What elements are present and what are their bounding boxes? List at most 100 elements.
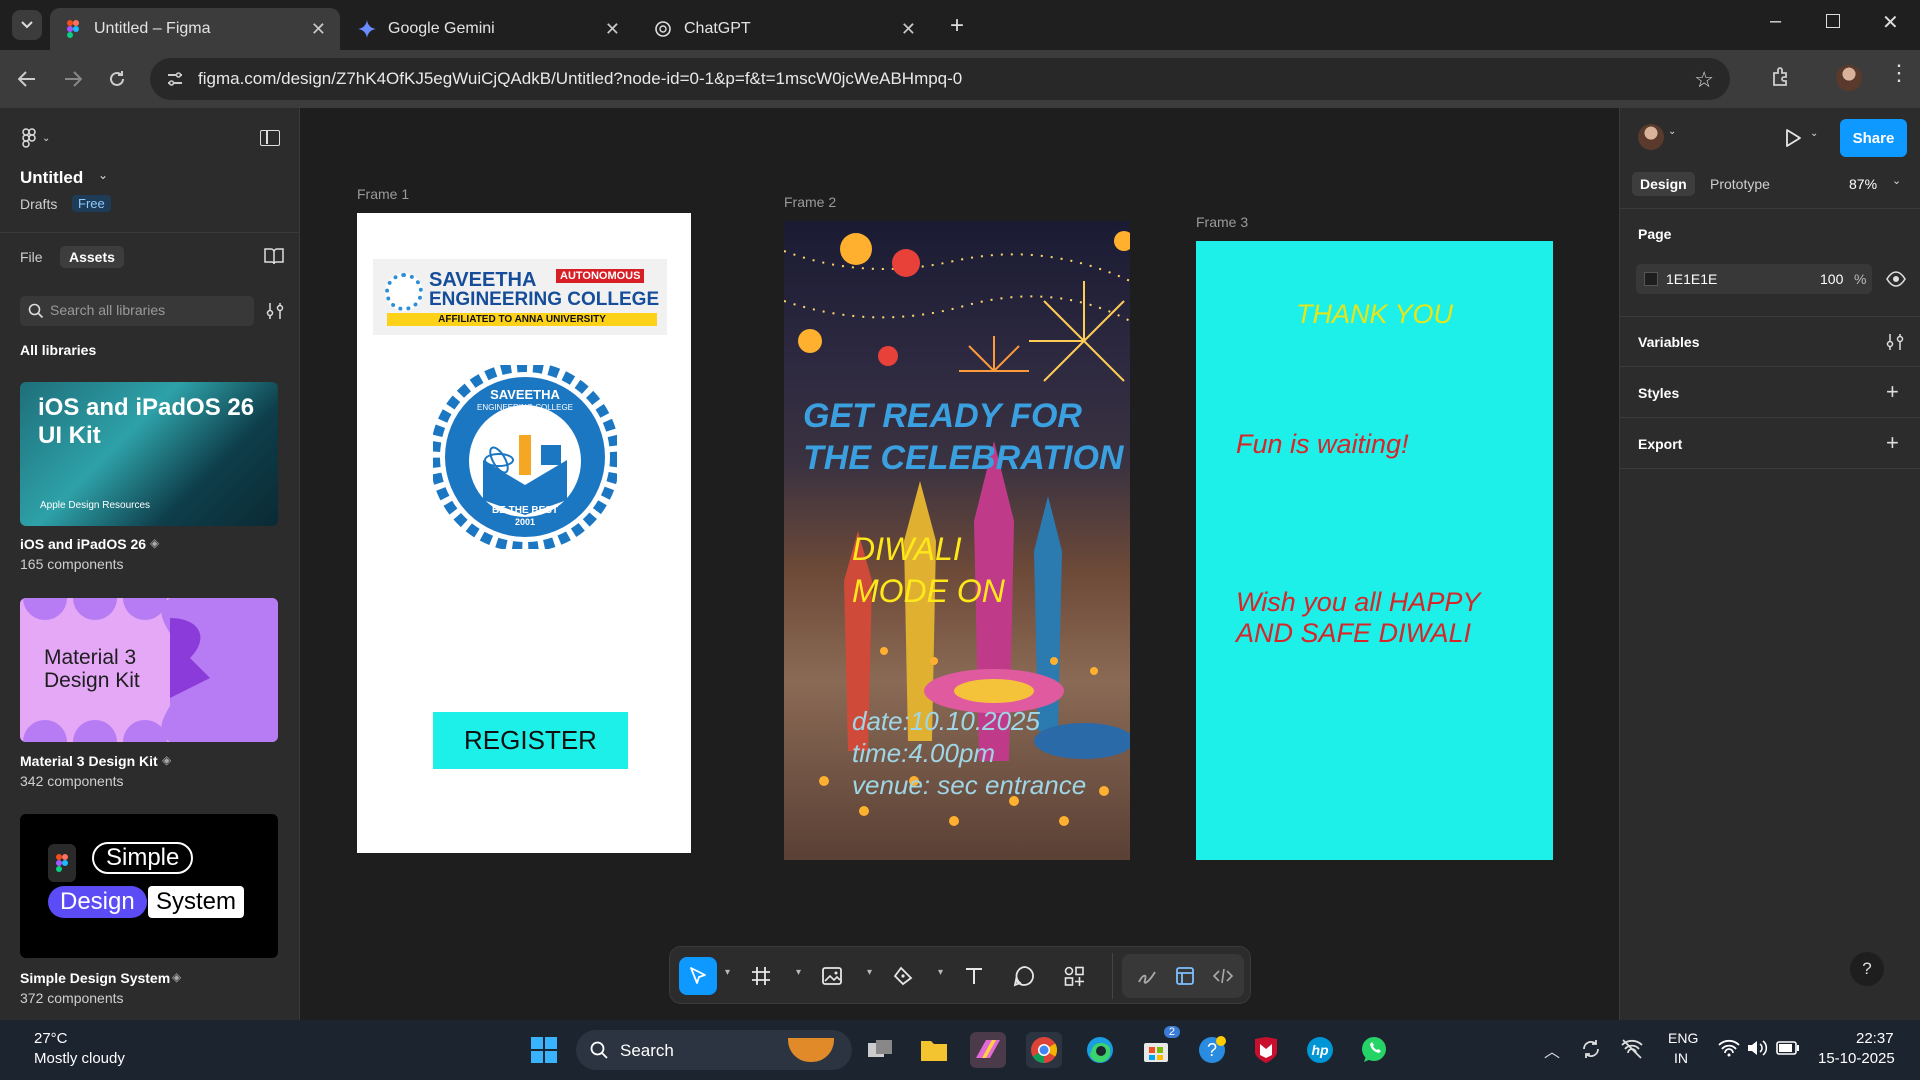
user-avatar[interactable] bbox=[1638, 124, 1664, 150]
subhead-line-1[interactable]: DIWALI bbox=[852, 531, 962, 568]
help-button[interactable]: ? bbox=[1850, 952, 1884, 986]
fun-waiting-text[interactable]: Fun is waiting! bbox=[1236, 429, 1409, 460]
register-button[interactable]: REGISTER bbox=[433, 712, 628, 769]
browser-menu-icon[interactable]: ⋮ bbox=[1888, 62, 1910, 84]
thank-you-title[interactable]: THANK YOU bbox=[1196, 299, 1553, 330]
close-icon[interactable]: ✕ bbox=[901, 19, 916, 40]
frame-label[interactable]: Frame 1 bbox=[357, 186, 409, 202]
extensions-icon[interactable] bbox=[1770, 66, 1792, 93]
variables-section[interactable]: Variables bbox=[1620, 317, 1920, 367]
tab-design[interactable]: Design bbox=[1632, 172, 1695, 196]
library-name[interactable]: Simple Design System bbox=[20, 970, 170, 986]
event-date[interactable]: date:10.10.2025 bbox=[852, 706, 1040, 737]
library-thumbnail-ios[interactable]: iOS and iPadOS 26 UI Kit Apple Design Re… bbox=[20, 382, 278, 526]
styles-section[interactable]: Styles + bbox=[1620, 368, 1920, 418]
headline-line-1[interactable]: GET READY FOR bbox=[803, 397, 1082, 436]
frame-3[interactable]: THANK YOU Fun is waiting! Wish you all H… bbox=[1196, 241, 1553, 860]
filter-sliders-icon[interactable] bbox=[266, 302, 284, 325]
library-book-icon[interactable] bbox=[264, 247, 284, 270]
eye-visibility-icon[interactable] bbox=[1886, 271, 1906, 292]
event-venue[interactable]: venue: sec entrance bbox=[852, 770, 1086, 801]
weather-temp[interactable]: 27°C bbox=[34, 1030, 68, 1047]
bookmark-star-icon[interactable]: ☆ bbox=[1694, 67, 1714, 93]
draw-mode-toggle[interactable] bbox=[1128, 957, 1166, 995]
present-play-icon[interactable] bbox=[1784, 128, 1802, 153]
microsoft-store-icon[interactable]: 2 bbox=[1138, 1026, 1180, 1068]
figma-app-icon[interactable] bbox=[970, 1032, 1006, 1068]
frame-2[interactable]: GET READY FOR THE CELEBRATION DIWALI MOD… bbox=[784, 221, 1130, 860]
library-name[interactable]: Material 3 Design Kit bbox=[20, 753, 158, 769]
dev-mode-toggle[interactable] bbox=[1204, 957, 1242, 995]
chevron-down-icon[interactable]: ▾ bbox=[725, 967, 730, 978]
sync-icon[interactable] bbox=[1580, 1038, 1602, 1065]
volume-icon[interactable] bbox=[1746, 1039, 1768, 1062]
chevron-down-icon[interactable]: ⌄ bbox=[1668, 126, 1676, 137]
tab-file[interactable]: File bbox=[20, 246, 43, 268]
chrome-icon[interactable] bbox=[1026, 1032, 1062, 1068]
plus-icon[interactable]: + bbox=[1886, 430, 1899, 456]
close-icon[interactable]: ✕ bbox=[311, 19, 326, 40]
page-opacity[interactable]: 100 bbox=[1820, 271, 1843, 287]
chevron-down-icon[interactable]: ⌄ bbox=[1810, 128, 1818, 139]
comment-tool[interactable] bbox=[1005, 957, 1043, 995]
clock-date[interactable]: 15-10-2025 bbox=[1818, 1050, 1895, 1067]
whatsapp-icon[interactable] bbox=[1356, 1032, 1392, 1068]
weather-desc[interactable]: Mostly cloudy bbox=[34, 1050, 125, 1067]
help-app-icon[interactable]: ? bbox=[1194, 1032, 1230, 1068]
forward-button[interactable] bbox=[60, 66, 86, 92]
chevron-down-icon[interactable]: ▾ bbox=[867, 967, 872, 978]
tab-search-button[interactable] bbox=[12, 10, 42, 40]
file-name[interactable]: Untitled bbox=[20, 168, 83, 188]
clock-time[interactable]: 22:37 bbox=[1856, 1030, 1894, 1047]
chevron-down-icon[interactable]: ⌄ bbox=[1892, 174, 1901, 187]
taskbar-search-box[interactable]: Search bbox=[576, 1030, 852, 1070]
chevron-down-icon[interactable]: ⌄ bbox=[98, 168, 108, 182]
frame-label[interactable]: Frame 2 bbox=[784, 194, 836, 210]
region-code[interactable]: IN bbox=[1674, 1050, 1688, 1066]
event-time[interactable]: time:4.00pm bbox=[852, 738, 995, 769]
tab-chatgpt[interactable]: ChatGPT ✕ bbox=[640, 8, 930, 50]
image-tool[interactable] bbox=[813, 957, 851, 995]
chevron-down-icon[interactable]: ▾ bbox=[796, 967, 801, 978]
task-view-icon[interactable] bbox=[862, 1032, 898, 1068]
headline-line-2[interactable]: THE CELEBRATION bbox=[803, 439, 1123, 478]
share-button[interactable]: Share bbox=[1840, 119, 1907, 157]
close-window-button[interactable]: ✕ bbox=[1882, 10, 1899, 35]
figma-main-menu[interactable]: ⌄ bbox=[22, 128, 50, 148]
actions-tool[interactable] bbox=[1055, 957, 1093, 995]
site-settings-icon[interactable] bbox=[166, 70, 184, 93]
hp-icon[interactable]: hp bbox=[1302, 1032, 1338, 1068]
tab-assets[interactable]: Assets bbox=[60, 246, 124, 268]
library-thumbnail-simple[interactable]: Simple Design System bbox=[20, 814, 278, 958]
frame-label[interactable]: Frame 3 bbox=[1196, 214, 1248, 230]
show-hidden-icons-chevron[interactable]: ︿ bbox=[1544, 1038, 1560, 1062]
page-color-field[interactable]: 1E1E1E 100 % bbox=[1636, 264, 1872, 294]
tab-figma[interactable]: Untitled – Figma ✕ bbox=[50, 8, 340, 50]
toggle-sidebar-icon[interactable] bbox=[260, 130, 280, 146]
color-swatch[interactable] bbox=[1644, 272, 1658, 286]
wifi-icon[interactable] bbox=[1718, 1039, 1740, 1062]
language-code[interactable]: ENG bbox=[1668, 1030, 1698, 1046]
canvas[interactable]: Frame 1 SAVEETHA AUTONOMOUS ENGINEERING … bbox=[300, 108, 1619, 1020]
frame-1[interactable]: SAVEETHA AUTONOMOUS ENGINEERING COLLEGE … bbox=[357, 213, 691, 853]
windows-start-icon[interactable] bbox=[526, 1032, 562, 1068]
search-libraries-input[interactable]: Search all libraries bbox=[20, 296, 254, 326]
close-icon[interactable]: ✕ bbox=[605, 19, 620, 40]
zoom-level[interactable]: 87% bbox=[1849, 176, 1877, 192]
restore-button[interactable] bbox=[1826, 14, 1840, 28]
text-tool[interactable] bbox=[955, 957, 993, 995]
tab-gemini[interactable]: Google Gemini ✕ bbox=[344, 8, 634, 50]
wish-line-1[interactable]: Wish you all HAPPY bbox=[1236, 587, 1480, 618]
battery-icon[interactable] bbox=[1776, 1041, 1800, 1060]
chevron-down-icon[interactable]: ▾ bbox=[938, 967, 943, 978]
move-tool[interactable] bbox=[679, 957, 717, 995]
page-color-hex[interactable]: 1E1E1E bbox=[1666, 271, 1717, 287]
profile-avatar[interactable] bbox=[1836, 65, 1862, 91]
library-thumbnail-material[interactable]: Material 3 Design Kit bbox=[20, 598, 278, 742]
drafts-label[interactable]: Drafts bbox=[20, 196, 57, 212]
variables-sliders-icon[interactable] bbox=[1886, 333, 1904, 351]
export-section[interactable]: Export + bbox=[1620, 419, 1920, 469]
subhead-line-2[interactable]: MODE ON bbox=[852, 573, 1005, 610]
pen-tool[interactable] bbox=[884, 957, 922, 995]
back-button[interactable] bbox=[14, 66, 40, 92]
